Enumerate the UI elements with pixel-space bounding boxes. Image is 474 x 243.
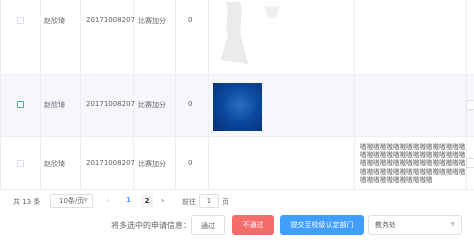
score: 0 xyxy=(188,16,193,24)
score: 0 xyxy=(188,159,193,167)
department-value: 教务处 xyxy=(375,221,396,229)
page-suffix: 页 xyxy=(222,198,229,206)
submit-to-school-button[interactable]: 提交至校级认定部门 xyxy=(280,215,364,235)
student-name: 赵欣琦 xyxy=(44,17,65,25)
application-type: 比赛加分 xyxy=(138,17,166,25)
application-type: 比赛加分 xyxy=(138,160,166,168)
student-id: 20171008207 xyxy=(86,16,135,24)
pagination: 共 13 条 10条/页 ▼ ‹ 1 2 › 前往 1 页 xyxy=(0,194,474,210)
batch-actions: 将多选中的申请信息： 通过 不通过 提交至校级认定部门 教务处 ▼ xyxy=(0,214,474,236)
student-id: 20171008207 xyxy=(86,159,135,167)
page-number[interactable]: 1 xyxy=(126,196,131,204)
chevron-left-icon[interactable]: ‹ xyxy=(106,196,109,205)
attachment-thumbnail[interactable] xyxy=(213,83,262,131)
batch-prompt: 将多选中的申请信息： xyxy=(111,221,191,230)
faded-image xyxy=(220,2,280,64)
page-size-select[interactable]: 10条/页 ▼ xyxy=(50,194,93,208)
goto-label: 前往 xyxy=(182,198,196,206)
data-table: 赵欣琦 20171008207 比赛加分 0 赵欣琦 20171008207 比… xyxy=(0,0,474,190)
total-count: 共 13 条 xyxy=(13,198,41,206)
chevron-right-icon[interactable]: › xyxy=(161,196,164,205)
page-number[interactable]: 2 xyxy=(141,195,153,207)
row-action-checkbox[interactable] xyxy=(466,100,474,110)
page-size-value: 10条/页 xyxy=(59,197,85,205)
row-checkbox[interactable] xyxy=(17,160,24,167)
chevron-down-icon: ▼ xyxy=(83,197,88,204)
application-description: 嗷嗷嗷嗷嗷嗷嗷嗷嗷嗷嗷嗷嗷嗷嗷嗷嗷嗷嗷嗷嗷嗷嗷嗷嗷嗷嗷嗷嗷嗷嗷嗷嗷嗷嗷嗷嗷嗷嗷嗷… xyxy=(360,143,466,184)
chevron-down-icon: ▼ xyxy=(450,221,455,228)
department-select[interactable]: 教务处 ▼ xyxy=(368,215,462,235)
student-name: 赵欣琦 xyxy=(44,160,65,168)
student-name: 赵欣琦 xyxy=(44,101,65,109)
goto-page-input[interactable]: 1 xyxy=(199,194,219,208)
application-type: 比赛加分 xyxy=(138,101,166,109)
row-checkbox[interactable] xyxy=(17,17,24,24)
row-checkbox[interactable] xyxy=(17,101,24,108)
student-id: 20171008207 xyxy=(86,100,135,108)
score: 0 xyxy=(188,100,193,108)
reject-button[interactable]: 不通过 xyxy=(232,215,274,235)
pass-button[interactable]: 通过 xyxy=(191,215,225,235)
row-action-checkbox[interactable] xyxy=(466,158,474,168)
